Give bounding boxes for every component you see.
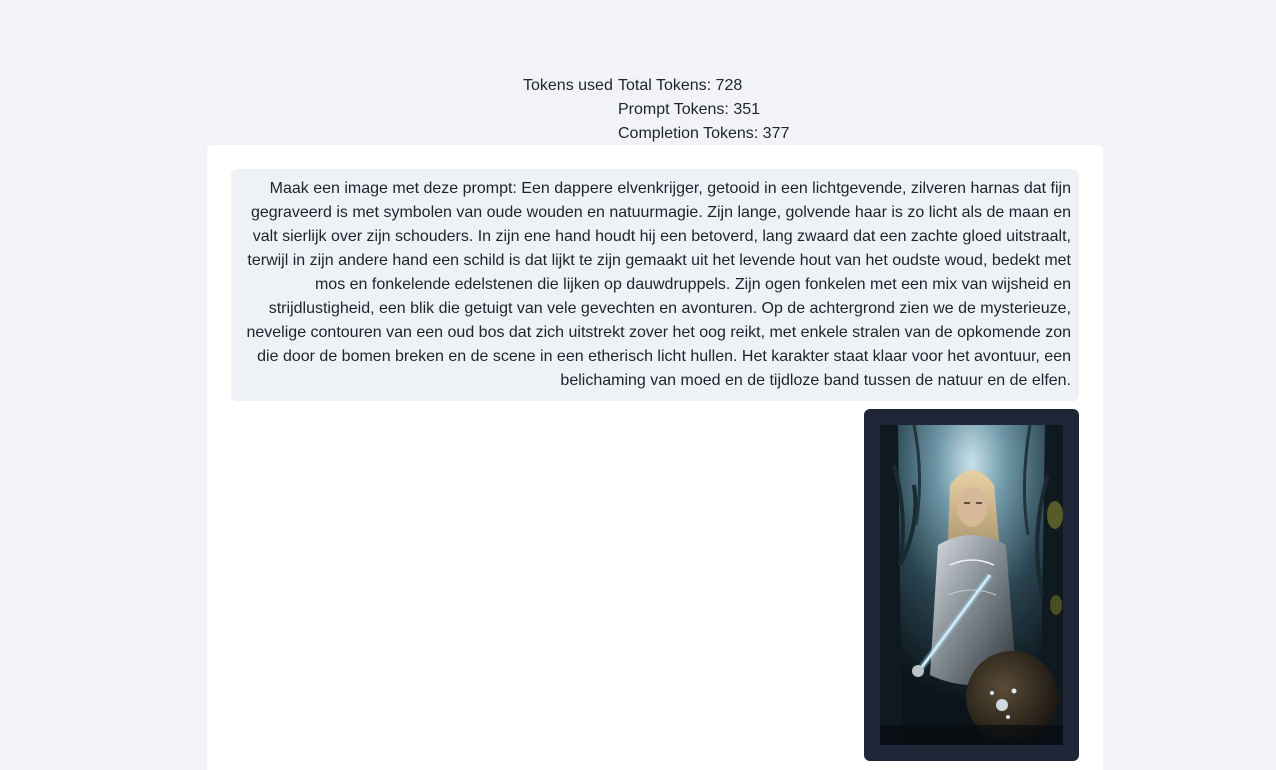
tokens-used-label: Tokens used bbox=[523, 77, 613, 94]
total-tokens: Total Tokens: 728 bbox=[618, 77, 743, 94]
generated-image-frame bbox=[864, 409, 1079, 761]
completion-tokens: Completion Tokens: 377 bbox=[618, 125, 790, 142]
chat-card: Maak een image met deze prompt: Een dapp… bbox=[207, 145, 1103, 770]
generated-image[interactable] bbox=[880, 425, 1063, 745]
prompt-tokens: Prompt Tokens: 351 bbox=[618, 101, 761, 118]
token-values: Total Tokens: 728 Prompt Tokens: 351 Com… bbox=[618, 74, 789, 146]
user-prompt-message: Maak een image met deze prompt: Een dapp… bbox=[231, 169, 1079, 401]
token-usage: Tokens used Total Tokens: 728 Prompt Tok… bbox=[523, 74, 789, 146]
